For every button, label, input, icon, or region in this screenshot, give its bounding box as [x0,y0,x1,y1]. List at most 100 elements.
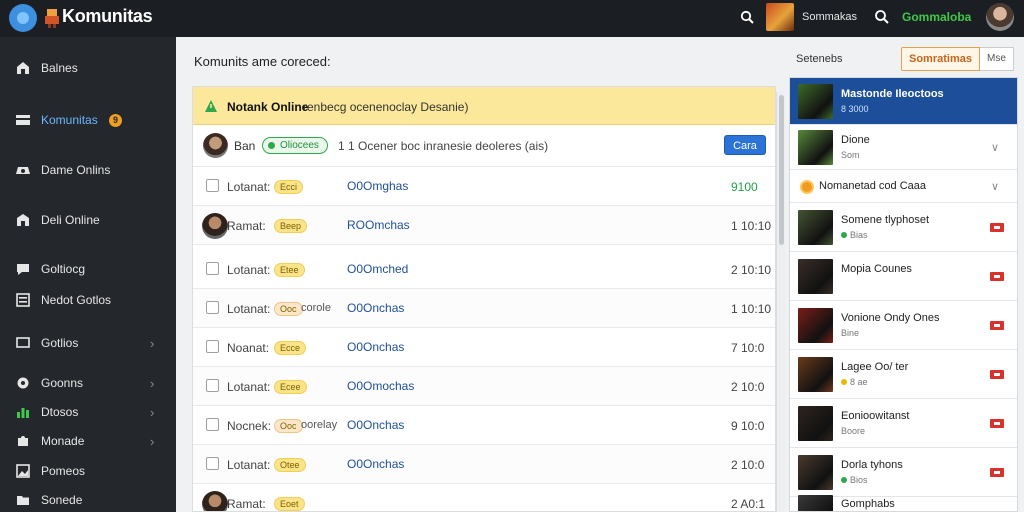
chevron-down-icon[interactable]: ∨ [991,141,999,154]
sidebar-item-images[interactable]: Pomeos [0,459,176,483]
avatar[interactable] [202,491,228,511]
top-nav-green-label[interactable]: Gommaloba [902,10,971,24]
banner-text: renbecg ocenenoclay Desanie) [303,100,469,114]
row-checkbox[interactable] [206,457,219,470]
table-row[interactable]: Ramat: Beep ROOmchas 1 10:10 [193,206,775,245]
sidebar: Balnes Komunitas 9 Dame Onlins Deli Onli… [0,37,176,512]
row-value: 2 A0:1 [731,497,766,511]
avatar[interactable] [203,133,228,158]
row-checkbox[interactable] [206,418,219,431]
sidebar-item-stats[interactable]: Dtosos › [0,400,176,424]
list-item[interactable]: Mopia Counes [790,252,1017,301]
item-subtitle: Boore [841,425,866,436]
chevron-right-icon: › [150,433,155,449]
item-title: Somene tlyphoset [841,213,930,226]
row-link[interactable]: ROOmchas [347,218,410,232]
right-primary-button[interactable]: Somratimas [901,47,980,71]
list-item[interactable]: Lagee Oo/ ter 8 ae [790,350,1017,399]
table-row[interactable]: Lotanat: Otee O0Onchas 2 10:0 [193,445,775,484]
brand-mascot-icon [45,9,59,28]
search-icon[interactable] [740,10,754,24]
sidebar-item-list[interactable]: Nedot Gotlos [0,288,176,312]
row-link[interactable]: O0Omched [347,262,408,276]
avatar[interactable] [202,213,228,239]
row-extra-text: oorelay [301,419,338,431]
table-row[interactable]: Lotanat: Ooc corole O0Onchas 1 10:10 [193,289,775,328]
sidebar-item-folder[interactable]: Sonede [0,488,176,512]
row-link[interactable]: O0Omochas [347,379,414,393]
table-row[interactable]: Lotanat: Ecee O0Omochas 2 10:0 [193,367,775,406]
list-item[interactable]: Somene tlyphoset Bias [790,203,1017,252]
list-icon [15,292,31,308]
row-value: 2 10:0 [731,380,765,394]
puzzle-icon [15,433,31,449]
app-title[interactable]: Komunitas [62,6,153,27]
chevron-right-icon: › [150,404,155,420]
table-row[interactable]: Lotanat: Ecci O0Omghas 9100 [193,167,775,206]
row-checkbox[interactable] [206,262,219,275]
row-name: Lotanat: [227,458,271,472]
row-value: 7 10:0 [731,341,765,355]
scrollbar[interactable] [776,92,785,512]
list-item[interactable]: Dorla tyhons Bios [790,448,1017,497]
table-row[interactable]: Ramat: Eoet 2 A0:1 [193,484,775,511]
search-icon[interactable] [874,9,889,24]
filter-action-button[interactable]: Cara [724,135,766,155]
list-item[interactable]: Nomanetad cod Caaa ∨ [790,170,1017,203]
status-pill[interactable]: Oliocees [262,137,328,154]
top-nav-label[interactable]: Sommakas [802,11,857,23]
table-row[interactable]: Noanat: Ecce O0Onchas 7 10:0 [193,328,775,367]
row-name: Lotanat: [227,180,271,194]
item-subtitle: Bios [841,475,868,485]
chat-icon [15,261,31,277]
list-item[interactable]: Gomphabs [790,494,1017,511]
table-row[interactable]: Nocnek: Ooc oorelay O0Onchas 9 10:0 [193,406,775,445]
list-item[interactable]: Eonioowitanst Boore [790,399,1017,448]
home-icon [15,60,31,76]
row-tag-badge: Ooc [274,302,303,316]
item-title: Mastonde Ileoctoos [841,87,944,100]
game-thumbnail-icon[interactable] [766,3,794,31]
sidebar-item-chat[interactable]: Goltiocg [0,257,176,281]
chevron-down-icon[interactable]: ∨ [991,180,999,193]
row-link[interactable]: O0Onchas [347,301,404,315]
list-item[interactable]: Mastonde Ileoctoos 8 3000 [790,78,1017,125]
row-link[interactable]: O0Omghas [347,179,408,193]
row-checkbox[interactable] [206,301,219,314]
table-row[interactable]: Lotanat: Etee O0Omched 2 10:10 [193,250,775,289]
chevron-right-icon: › [150,375,155,391]
row-value: 2 10:0 [731,458,765,472]
item-thumbnail [798,259,833,294]
row-tag-badge: Ecce [274,341,307,355]
game-icon [15,162,31,178]
row-checkbox[interactable] [206,179,219,192]
sidebar-item-home[interactable]: Balnes [0,56,176,80]
item-title: Lagee Oo/ ter [841,360,909,373]
item-thumbnail [798,130,833,165]
app-logo-icon[interactable] [9,4,37,32]
row-link[interactable]: O0Onchas [347,418,404,432]
list-item[interactable]: Vonione Ondy Ones Bine [790,301,1017,350]
user-avatar[interactable] [986,3,1014,31]
right-panel-label: Setenebs [796,53,843,65]
list-item[interactable]: Dione Som ∨ [790,125,1017,170]
flag-icon [990,369,1004,379]
sidebar-item-settings[interactable]: Goonns › [0,371,176,395]
item-subtitle: 8 3000 [841,103,869,114]
sidebar-item-monitor[interactable]: Gotlios › [0,331,176,355]
row-checkbox[interactable] [206,340,219,353]
sidebar-item-puzzle[interactable]: Monade › [0,429,176,453]
scrollbar-thumb[interactable] [779,95,784,245]
right-secondary-button[interactable]: Mse [980,47,1014,71]
sidebar-item-store[interactable]: Deli Online [0,208,176,232]
sidebar-item-community[interactable]: Komunitas 9 [0,108,176,132]
bar-chart-icon [15,404,31,420]
row-link[interactable]: O0Onchas [347,457,404,471]
sidebar-item-games-online[interactable]: Dame Onlins [0,158,176,182]
row-name: Ramat: [227,219,266,233]
notice-banner: Notank Online renbecg ocenenoclay Desani… [193,87,775,125]
row-link[interactable]: O0Onchas [347,340,404,354]
top-bar: Komunitas Sommakas Gommaloba [0,0,1024,37]
flag-icon [990,320,1004,330]
row-checkbox[interactable] [206,379,219,392]
